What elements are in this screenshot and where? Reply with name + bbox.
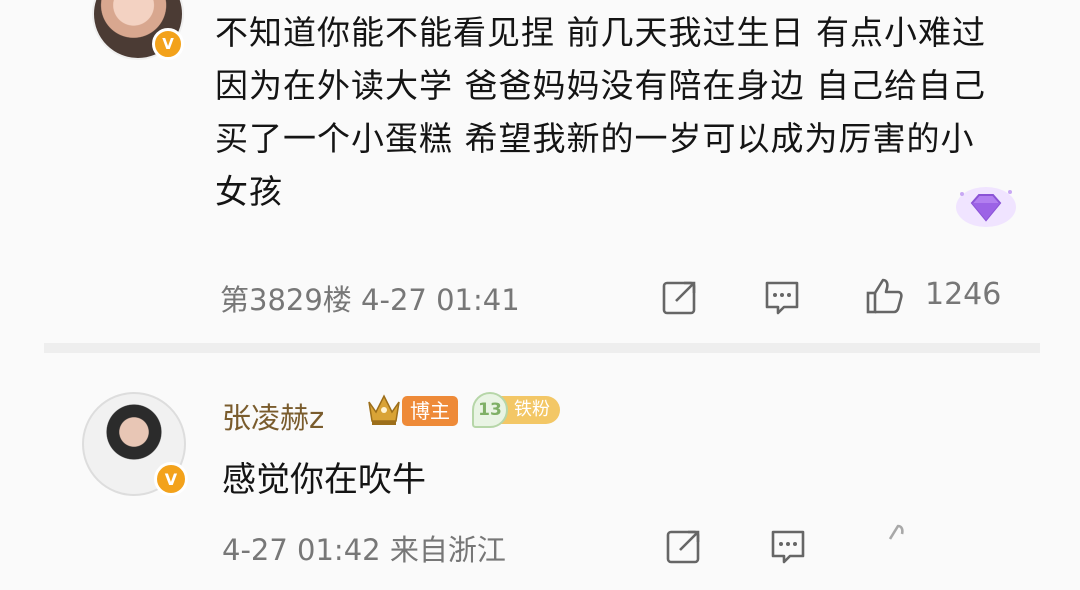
fan-tag-label: 铁粉 — [500, 396, 560, 424]
like-icon[interactable] — [880, 522, 920, 562]
comment-time: 4-27 01:41 — [361, 283, 520, 317]
comment-text: 感觉你在吹牛 — [222, 460, 426, 500]
comment-meta: 4-27 01:42 来自浙江 — [222, 527, 506, 569]
verified-badge: V — [152, 28, 184, 60]
diamond-gem-icon — [956, 187, 1016, 227]
share-icon[interactable] — [664, 526, 704, 566]
verified-badge: V — [154, 462, 188, 496]
floor-number: 第3829楼 — [220, 283, 352, 317]
comment-meta: 第3829楼 4-27 01:41 — [220, 277, 520, 319]
fan-level-tag: 铁粉 13 — [472, 392, 570, 428]
share-icon[interactable] — [660, 277, 700, 317]
comment-divider — [44, 343, 1040, 353]
commenter-avatar[interactable]: V — [92, 0, 184, 60]
crown-icon — [368, 394, 400, 425]
comment-time: 4-27 01:42 — [222, 533, 381, 567]
comment-location: 来自浙江 — [389, 533, 506, 567]
reply-icon[interactable] — [762, 277, 802, 317]
like-icon[interactable] — [865, 276, 905, 316]
commenter-avatar[interactable]: V — [82, 392, 188, 496]
blogger-tag: 博主 — [402, 396, 458, 426]
reply-icon[interactable] — [768, 526, 808, 566]
fan-level-number: 13 — [472, 392, 508, 428]
like-count: 1246 — [925, 277, 1002, 312]
comment-text: 不知道你能不能看见捏 前几天我过生日 有点小难过因为在外读大学 爸爸妈妈没有陪在… — [215, 13, 986, 211]
username[interactable]: 张凌赫z — [222, 395, 324, 437]
